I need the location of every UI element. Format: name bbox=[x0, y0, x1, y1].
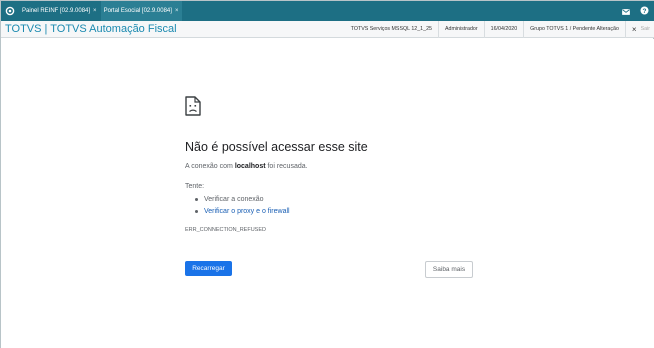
tab-painel-reinf[interactable]: Painel REINF [02.9.0084] × bbox=[19, 1, 101, 21]
header-info: TOTVS Serviços MSSQL 12_1_25 Administrad… bbox=[345, 20, 654, 38]
reload-button[interactable]: Recarregar bbox=[185, 261, 232, 276]
exit-label: Sair bbox=[640, 26, 650, 32]
help-icon[interactable]: ? bbox=[640, 2, 649, 20]
error-code: ERR_CONNECTION_REFUSED bbox=[185, 227, 266, 233]
tab-bar: Painel REINF [02.9.0084] × Portal Esocia… bbox=[1, 1, 654, 21]
home-icon[interactable] bbox=[1, 1, 19, 21]
header-user: Administrador bbox=[437, 20, 484, 38]
desc-prefix: A conexão com bbox=[185, 163, 235, 170]
tab-label: Portal Esocial [02.9.0084] bbox=[103, 8, 172, 14]
desc-host: localhost bbox=[234, 163, 266, 170]
proxy-firewall-link[interactable]: Verificar o proxy e o firewall bbox=[195, 207, 290, 219]
mail-icon[interactable] bbox=[622, 2, 630, 20]
error-page: Não é possível acessar esse site A conex… bbox=[1, 39, 654, 348]
header-server: TOTVS Serviços MSSQL 12_1_25 bbox=[350, 26, 432, 32]
learn-more-button[interactable]: Saiba mais bbox=[425, 261, 473, 278]
app-window: Painel REINF [02.9.0084] × Portal Esocia… bbox=[0, 0, 654, 348]
tab-label: Painel REINF [02.9.0084] bbox=[22, 8, 91, 14]
tab-close-icon[interactable]: × bbox=[175, 8, 179, 14]
svg-text:?: ? bbox=[643, 8, 647, 15]
header-group[interactable]: Grupo TOTVS 1 / Pendente Alteração bbox=[523, 20, 625, 38]
try-label: Tente: bbox=[185, 183, 205, 190]
error-description: A conexão com localhost foi recusada. bbox=[185, 163, 308, 170]
sad-document-icon bbox=[185, 96, 201, 121]
list-item: Verificar a conexão bbox=[195, 195, 290, 207]
suggestion-list: Verificar a conexão Verificar o proxy e … bbox=[195, 195, 290, 219]
tab-close-icon[interactable]: × bbox=[93, 8, 97, 14]
desc-suffix: foi recusada. bbox=[265, 163, 308, 170]
tab-portal-esocial[interactable]: Portal Esocial [02.9.0084] × bbox=[100, 1, 183, 21]
exit-button[interactable]: × Sair bbox=[624, 20, 654, 38]
close-icon: × bbox=[631, 24, 637, 34]
header-date: 16/04/2020 bbox=[483, 20, 524, 38]
error-title: Não é possível acessar esse site bbox=[185, 140, 368, 154]
app-title: TOTVS | TOTVS Automação Fiscal bbox=[5, 23, 177, 35]
app-header: TOTVS | TOTVS Automação Fiscal TOTVS Ser… bbox=[1, 20, 654, 38]
